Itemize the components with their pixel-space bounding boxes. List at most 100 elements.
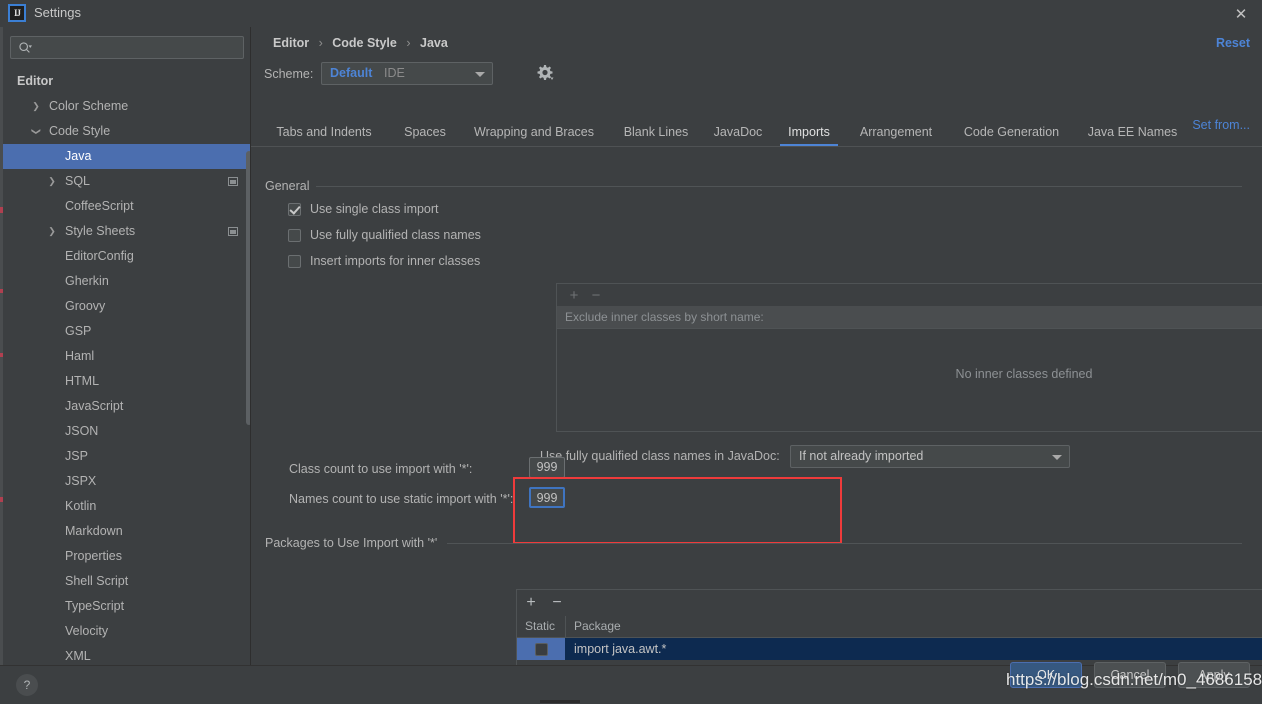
chevron-right-icon[interactable]: ❯ [47, 219, 57, 244]
sidebar-item-velocity[interactable]: Velocity [3, 619, 250, 644]
sidebar-item-jsp[interactable]: JSP [3, 444, 250, 469]
tab-blank-lines[interactable]: Blank Lines [616, 119, 696, 146]
sidebar-item-jspx[interactable]: JSPX [3, 469, 250, 494]
checkbox-label: Use single class import [310, 202, 439, 216]
sidebar-item-label: CoffeeScript [65, 199, 134, 213]
sidebar-item-label: TypeScript [65, 599, 125, 613]
packages-section-title: Packages to Use Import with '*' [265, 536, 445, 550]
sidebar-item-label: HTML [65, 374, 100, 388]
sidebar-item-label: Gherkin [65, 274, 109, 288]
gear-icon [537, 65, 554, 80]
sidebar-item-label: Markdown [65, 524, 123, 538]
tab-spaces[interactable]: Spaces [397, 119, 453, 146]
remove-package-button[interactable]: − [548, 594, 566, 612]
scheme-value: Default [330, 66, 373, 80]
sidebar-item-java[interactable]: Java [3, 144, 250, 169]
sidebar-item-label: Shell Script [65, 574, 129, 588]
general-section-title: General [265, 179, 317, 193]
sidebar-item-haml[interactable]: Haml [3, 344, 250, 369]
packages-toolbar: + − [517, 590, 1262, 617]
names-count-label: Names count to use static import with '*… [289, 492, 514, 506]
sidebar-item-editor[interactable]: Editor [3, 69, 250, 94]
cancel-button[interactable]: Cancel [1094, 662, 1166, 688]
scheme-settings-button[interactable] [534, 62, 556, 84]
javadoc-fqn-dropdown[interactable]: If not already imported [790, 445, 1070, 468]
sidebar-item-code-style[interactable]: ❯ Code Style [3, 119, 250, 144]
column-header-package[interactable]: Package [574, 616, 621, 637]
tab-imports[interactable]: Imports [780, 119, 838, 146]
sidebar-item-kotlin[interactable]: Kotlin [3, 494, 250, 519]
sidebar-item-sql[interactable]: ❯ SQL [3, 169, 250, 194]
breadcrumb-item-code-style[interactable]: Code Style [332, 36, 397, 50]
search-input[interactable] [41, 37, 239, 60]
sidebar-item-editorconfig[interactable]: EditorConfig [3, 244, 250, 269]
cell-package[interactable]: import java.awt.* [574, 638, 666, 660]
sidebar-item-gsp[interactable]: GSP [3, 319, 250, 344]
chevron-right-icon[interactable]: ❯ [31, 94, 41, 119]
sidebar-item-label: JSON [65, 424, 99, 438]
cell-static[interactable] [517, 638, 565, 660]
javadoc-fqn-value: If not already imported [799, 449, 924, 463]
sidebar-item-style-sheets[interactable]: ❯ Style Sheets [3, 219, 250, 244]
sidebar-item-label: Color Scheme [49, 99, 129, 113]
chevron-right-icon[interactable]: ❯ [47, 169, 57, 194]
copy-scheme-icon[interactable] [228, 227, 238, 236]
sidebar-item-label: Properties [65, 549, 122, 563]
class-count-label: Class count to use import with '*': [289, 462, 473, 476]
tab-javadoc[interactable]: JavaDoc [709, 119, 767, 146]
remove-exclude-button[interactable]: − [587, 286, 605, 304]
sidebar-item-coffeescript[interactable]: CoffeeScript [3, 194, 250, 219]
breadcrumb-separator: › [406, 36, 411, 50]
sidebar-item-shell-script[interactable]: Shell Script [3, 569, 250, 594]
sidebar-item-label: Style Sheets [65, 224, 136, 238]
breadcrumb-item-java[interactable]: Java [420, 36, 448, 50]
add-exclude-button[interactable]: + [565, 286, 583, 304]
add-package-button[interactable]: + [522, 594, 540, 612]
column-header-static[interactable]: Static [525, 616, 555, 637]
sidebar-item-html[interactable]: HTML [3, 369, 250, 394]
sidebar-item-json[interactable]: JSON [3, 419, 250, 444]
tab-code-generation[interactable]: Code Generation [954, 119, 1069, 146]
tab-java-ee-names[interactable]: Java EE Names [1082, 119, 1183, 146]
exclude-toolbar: + − [557, 284, 1262, 307]
close-icon[interactable]: ✕ [1232, 5, 1250, 23]
sidebar-item-xml[interactable]: XML [3, 644, 250, 665]
copy-scheme-icon[interactable] [228, 177, 238, 186]
sidebar-item-markdown[interactable]: Markdown [3, 519, 250, 544]
exclude-empty-message: No inner classes defined [955, 367, 1093, 381]
static-checkbox[interactable] [534, 642, 548, 656]
sidebar-item-groovy[interactable]: Groovy [3, 294, 250, 319]
reset-link[interactable]: Reset [1216, 36, 1250, 50]
tab-arrangement[interactable]: Arrangement [851, 119, 941, 146]
help-button[interactable]: ? [16, 674, 38, 696]
checkbox-use-single-class-import[interactable] [288, 203, 301, 216]
breadcrumb-item-editor[interactable]: Editor [273, 36, 309, 50]
settings-tree[interactable]: Editor ❯ Color Scheme ❯ Code Style Java ❯ SQL Co… [3, 69, 250, 665]
sidebar-item-gherkin[interactable]: Gherkin [3, 269, 250, 294]
checkbox-insert-imports-for-inner-classes[interactable] [288, 255, 301, 268]
names-count-input[interactable]: 999 [529, 487, 565, 508]
search-field[interactable] [10, 36, 244, 60]
window-title: Settings [34, 5, 81, 20]
checkbox-use-fully-qualified-class-names[interactable] [288, 229, 301, 242]
tab-bar-underline [251, 146, 1262, 147]
sidebar-item-typescript[interactable]: TypeScript [3, 594, 250, 619]
apply-button[interactable]: Apply [1178, 662, 1250, 688]
scheme-dropdown[interactable]: Default IDE [321, 62, 493, 85]
ok-button[interactable]: OK [1010, 662, 1082, 688]
breadcrumb-separator: › [318, 36, 323, 50]
chevron-down-icon[interactable]: ❯ [24, 127, 49, 137]
sidebar-item-label: SQL [65, 174, 91, 188]
exclude-column-header[interactable]: Exclude inner classes by short name: [557, 306, 1262, 329]
class-count-input[interactable]: 999 [529, 457, 565, 478]
table-row[interactable]: import java.awt.* [517, 638, 1262, 660]
sidebar-item-label: XML [65, 649, 91, 663]
sidebar-item-javascript[interactable]: JavaScript [3, 394, 250, 419]
sidebar-item-color-scheme[interactable]: ❯ Color Scheme [3, 94, 250, 119]
tab-bar[interactable]: Tabs and Indents Spaces Wrapping and Brace… [265, 119, 1262, 147]
intellij-logo-icon: IJ [8, 4, 26, 22]
tab-wrapping-and-braces[interactable]: Wrapping and Braces [465, 119, 603, 146]
sidebar-item-label: Haml [65, 349, 95, 363]
tab-tabs-and-indents[interactable]: Tabs and Indents [265, 119, 383, 146]
sidebar-item-properties[interactable]: Properties [3, 544, 250, 569]
